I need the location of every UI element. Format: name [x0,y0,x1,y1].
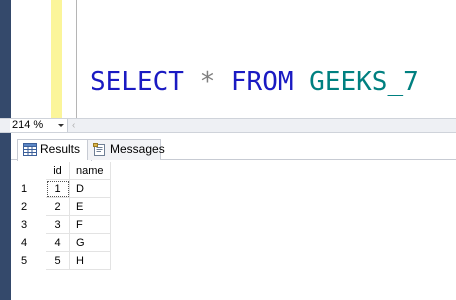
chevron-down-icon[interactable] [58,124,64,127]
cell-name[interactable]: G [70,234,111,252]
table-row[interactable]: 3 3 F [11,216,111,234]
scroll-left-icon[interactable]: ‹ [72,120,75,132]
operator-star: * [199,67,216,97]
cell-id[interactable]: 5 [46,252,70,270]
keyword-select: SELECT [90,67,184,97]
table-row[interactable]: 4 4 G [11,234,111,252]
table-row[interactable]: 1 1 D [11,180,111,198]
keyword-from: FROM [230,67,294,97]
row-header[interactable]: 3 [11,216,45,234]
messages-icon [93,143,105,156]
cell-id[interactable]: 4 [46,234,70,252]
cell-name[interactable]: H [70,252,111,270]
outline-margin-line [76,0,77,118]
query-line[interactable]: SELECT * FROM GEEKS_7 [90,64,419,100]
row-header[interactable]: 5 [11,252,45,270]
row-header[interactable]: 2 [11,198,45,216]
editor-status-bar: 214 % ‹ [0,118,456,133]
row-header[interactable]: 1 [11,180,45,198]
cell-id[interactable]: 3 [46,216,70,234]
tab-messages[interactable]: Messages [87,139,165,160]
cell-name[interactable]: F [70,216,111,234]
column-header-id[interactable]: id [46,162,70,180]
table-identifier: GEEKS_7 [309,67,419,97]
cell-id[interactable]: 2 [46,198,70,216]
tab-messages-label: Messages [110,142,165,156]
results-tab-strip: Results Messages [11,133,456,161]
cell-id[interactable]: 1 [46,180,70,198]
zoom-value: 214 % [12,119,44,131]
grid-icon [23,143,37,156]
results-pane: Results Messages id name 1 1 D 2 2 E 3 3… [0,133,456,300]
table-row[interactable]: 5 5 H [11,252,111,270]
query-editor[interactable]: SELECT * FROM GEEKS_7 [0,0,456,118]
table-row[interactable]: 2 2 E [11,198,111,216]
grid-header-row: id name [11,162,111,180]
column-header-name[interactable]: name [70,162,111,180]
row-header[interactable]: 4 [11,234,45,252]
editor-margin [11,0,51,118]
window-frame-left [0,133,11,300]
grid-corner[interactable] [11,162,45,180]
window-frame-left [0,0,11,118]
change-tracking-bar [51,0,62,118]
cell-name[interactable]: E [70,198,111,216]
cell-name[interactable]: D [70,180,111,198]
zoom-dropdown[interactable]: 214 % [10,119,68,132]
tab-results-label: Results [40,142,81,156]
tab-results[interactable]: Results [17,139,92,161]
